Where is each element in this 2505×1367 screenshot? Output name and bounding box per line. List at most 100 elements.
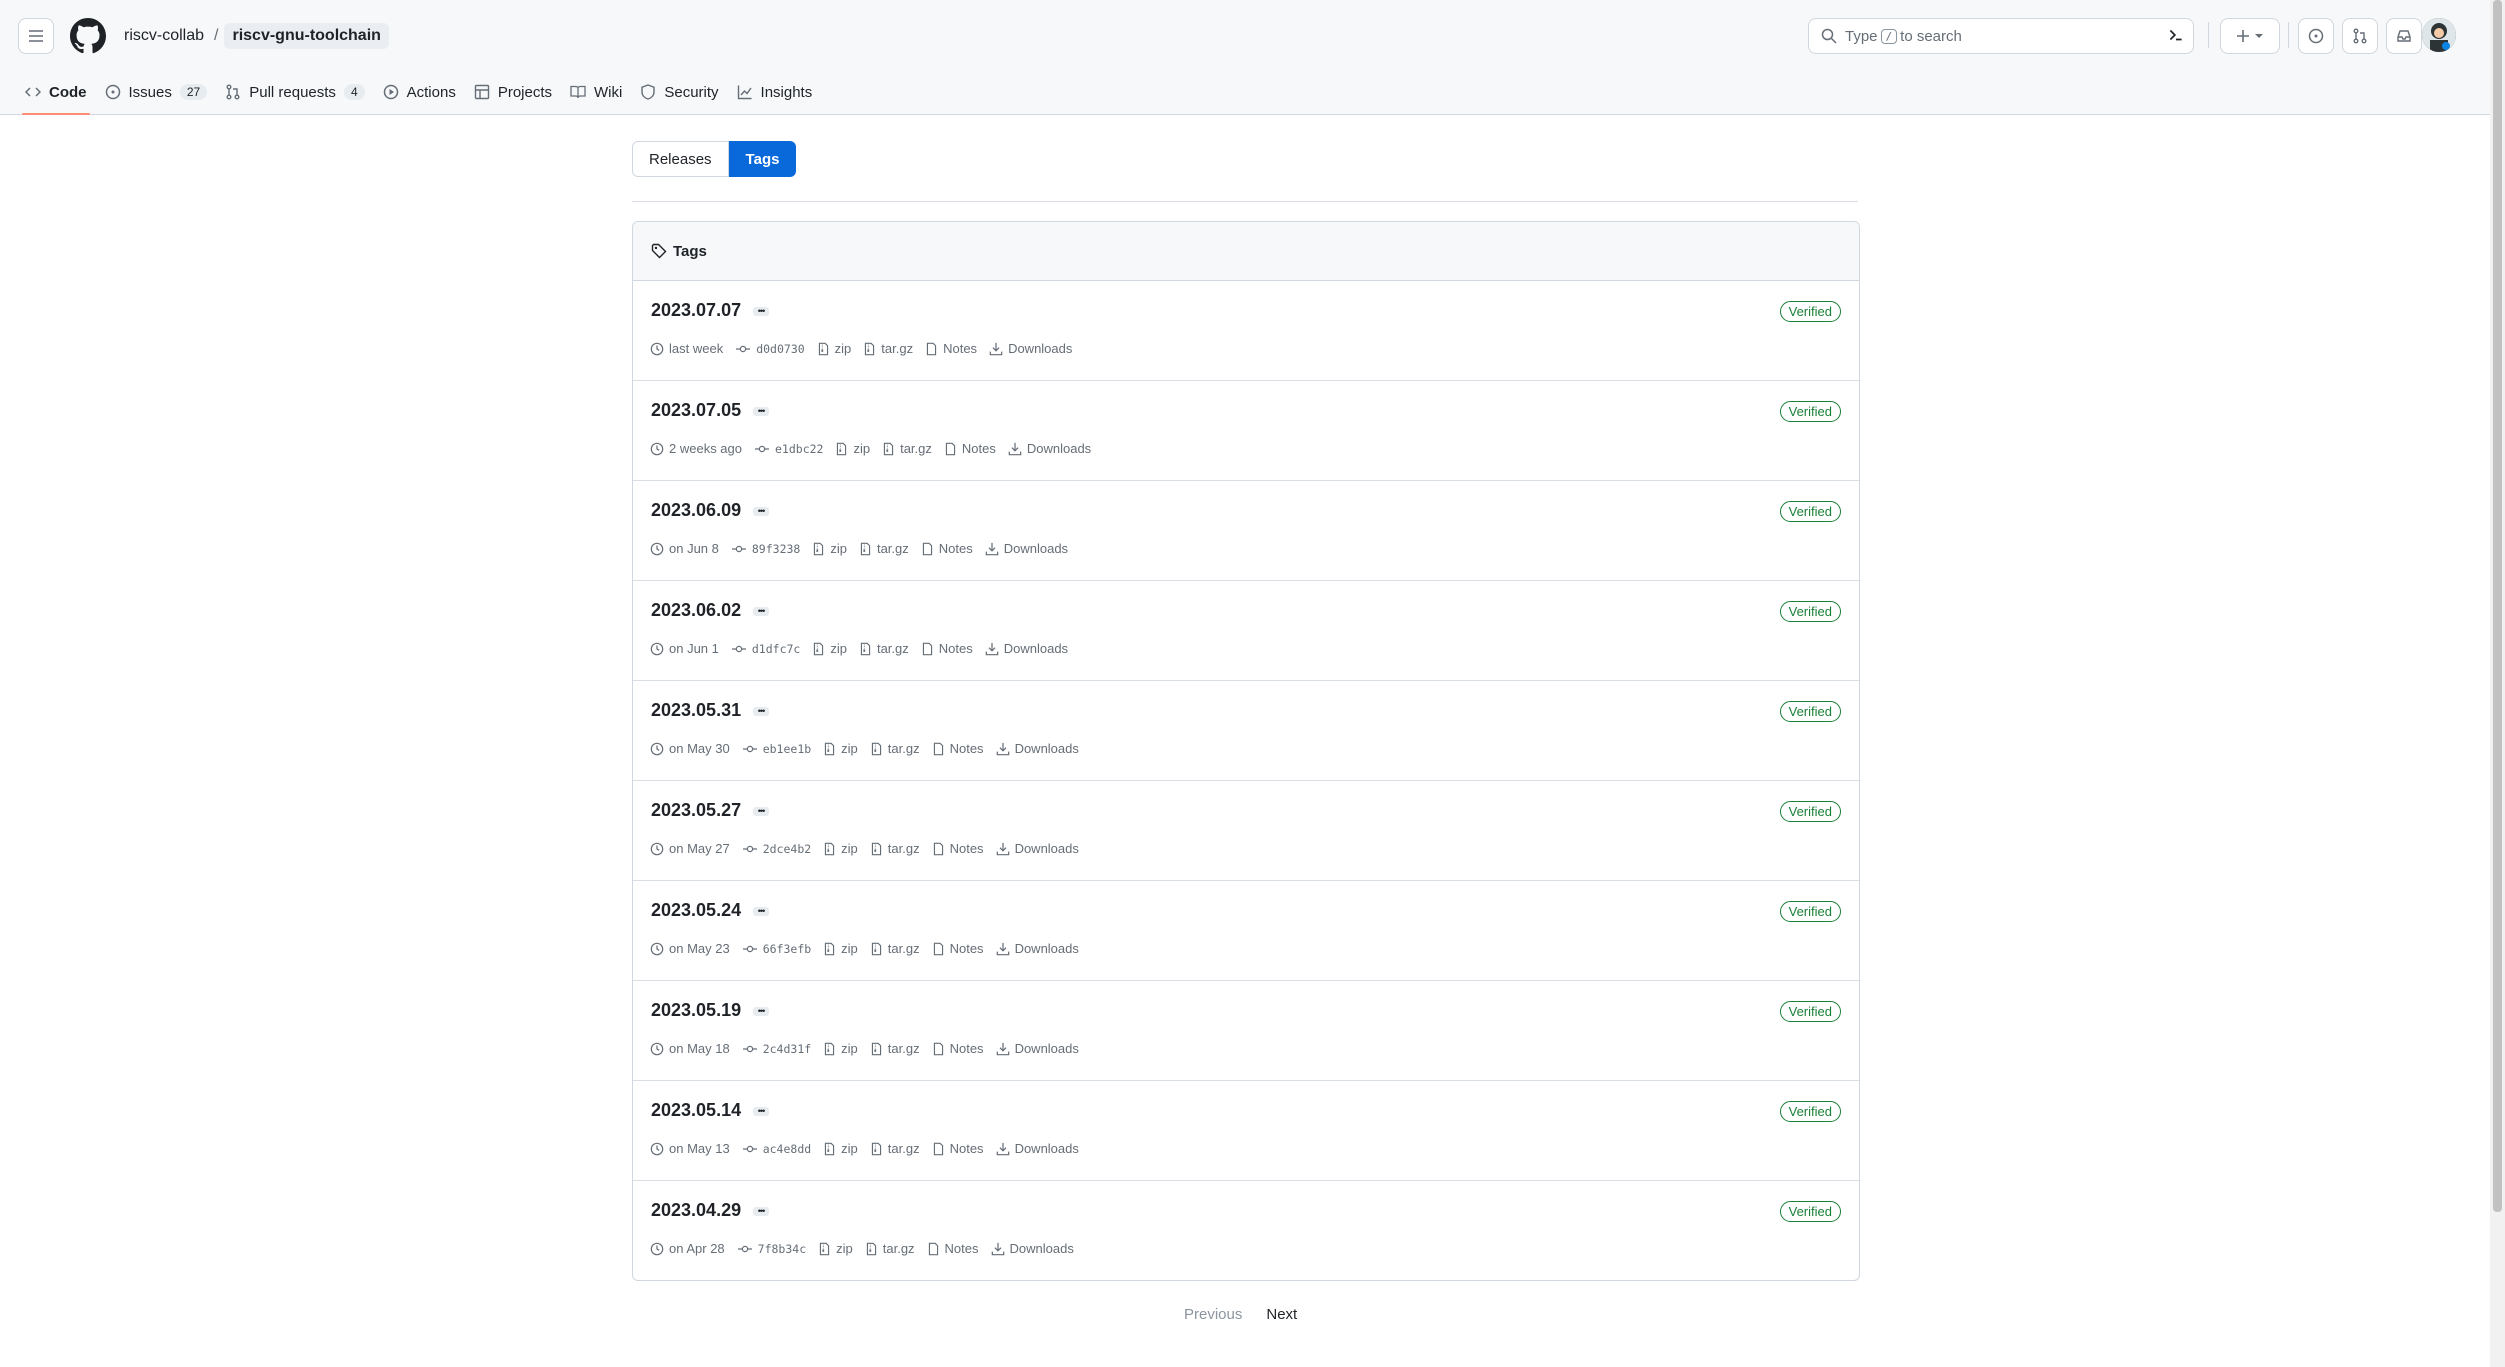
tag-commit[interactable]: 7f8b34c — [737, 1242, 806, 1256]
targz-download-link[interactable]: tar.gz — [865, 1241, 915, 1256]
expand-ellipsis-button[interactable]: ••• — [753, 307, 769, 316]
expand-ellipsis-button[interactable]: ••• — [753, 1107, 769, 1116]
commit-sha-link[interactable]: d0d0730 — [756, 342, 804, 356]
owner-link[interactable]: riscv-collab — [120, 25, 208, 47]
issues-button[interactable] — [2298, 18, 2334, 54]
tag-name-link[interactable]: 2023.06.09 — [651, 500, 741, 521]
downloads-link[interactable]: Downloads — [996, 941, 1079, 956]
verified-badge[interactable]: Verified — [1779, 601, 1841, 622]
expand-ellipsis-button[interactable]: ••• — [753, 607, 769, 616]
expand-ellipsis-button[interactable]: ••• — [753, 1007, 769, 1016]
tags-button[interactable]: Tags — [728, 141, 797, 177]
tab-wiki[interactable]: Wiki — [561, 70, 631, 114]
downloads-link[interactable]: Downloads — [989, 341, 1072, 356]
zip-download-link[interactable]: zip — [823, 741, 858, 756]
notes-link[interactable]: Notes — [932, 841, 984, 856]
verified-badge[interactable]: Verified — [1779, 501, 1841, 522]
tab-security[interactable]: Security — [631, 70, 727, 114]
downloads-link[interactable]: Downloads — [996, 1041, 1079, 1056]
notes-link[interactable]: Notes — [944, 441, 996, 456]
expand-ellipsis-button[interactable]: ••• — [753, 907, 769, 916]
command-palette-icon[interactable] — [2167, 26, 2185, 44]
zip-download-link[interactable]: zip — [818, 1241, 853, 1256]
tag-name-link[interactable]: 2023.05.27 — [651, 800, 741, 821]
downloads-link[interactable]: Downloads — [996, 1141, 1079, 1156]
verified-badge[interactable]: Verified — [1779, 701, 1841, 722]
verified-badge[interactable]: Verified — [1779, 1001, 1841, 1022]
releases-button[interactable]: Releases — [632, 141, 729, 177]
tag-commit[interactable]: 66f3efb — [742, 942, 811, 956]
verified-badge[interactable]: Verified — [1779, 901, 1841, 922]
targz-download-link[interactable]: tar.gz — [870, 841, 920, 856]
inbox-button[interactable] — [2386, 18, 2422, 54]
commit-sha-link[interactable]: 2dce4b2 — [763, 842, 811, 856]
targz-download-link[interactable]: tar.gz — [882, 441, 932, 456]
notes-link[interactable]: Notes — [925, 341, 977, 356]
tag-commit[interactable]: 89f3238 — [731, 542, 800, 556]
tag-name-link[interactable]: 2023.07.07 — [651, 300, 741, 321]
notes-link[interactable]: Notes — [932, 941, 984, 956]
targz-download-link[interactable]: tar.gz — [870, 1041, 920, 1056]
next-page-button[interactable]: Next — [1266, 1306, 1297, 1323]
pull-requests-button[interactable] — [2342, 18, 2378, 54]
notes-link[interactable]: Notes — [921, 641, 973, 656]
verified-badge[interactable]: Verified — [1779, 401, 1841, 422]
targz-download-link[interactable]: tar.gz — [863, 341, 913, 356]
tag-commit[interactable]: e1dbc22 — [754, 442, 823, 456]
tag-name-link[interactable]: 2023.04.29 — [651, 1200, 741, 1221]
zip-download-link[interactable]: zip — [823, 1141, 858, 1156]
downloads-link[interactable]: Downloads — [1008, 441, 1091, 456]
verified-badge[interactable]: Verified — [1779, 801, 1841, 822]
tag-commit[interactable]: 2c4d31f — [742, 1042, 811, 1056]
commit-sha-link[interactable]: 2c4d31f — [763, 1042, 811, 1056]
commit-sha-link[interactable]: eb1ee1b — [763, 742, 811, 756]
expand-ellipsis-button[interactable]: ••• — [753, 707, 769, 716]
tag-commit[interactable]: d0d0730 — [735, 342, 805, 356]
notes-link[interactable]: Notes — [927, 1241, 979, 1256]
zip-download-link[interactable]: zip — [812, 641, 847, 656]
previous-page-button[interactable]: Previous — [1184, 1306, 1242, 1323]
zip-download-link[interactable]: zip — [823, 1041, 858, 1056]
downloads-link[interactable]: Downloads — [996, 741, 1079, 756]
notes-link[interactable]: Notes — [921, 541, 973, 556]
tab-code[interactable]: Code — [16, 70, 96, 115]
targz-download-link[interactable]: tar.gz — [870, 741, 920, 756]
notes-link[interactable]: Notes — [932, 1141, 984, 1156]
expand-ellipsis-button[interactable]: ••• — [753, 507, 769, 516]
expand-ellipsis-button[interactable]: ••• — [753, 807, 769, 816]
tab-actions[interactable]: Actions — [374, 70, 465, 114]
tag-commit[interactable]: ac4e8dd — [742, 1142, 811, 1156]
tag-name-link[interactable]: 2023.05.19 — [651, 1000, 741, 1021]
expand-ellipsis-button[interactable]: ••• — [753, 1207, 769, 1216]
tag-name-link[interactable]: 2023.06.02 — [651, 600, 741, 621]
verified-badge[interactable]: Verified — [1779, 1201, 1841, 1222]
targz-download-link[interactable]: tar.gz — [870, 1141, 920, 1156]
commit-sha-link[interactable]: d1dfc7c — [752, 642, 800, 656]
commit-sha-link[interactable]: e1dbc22 — [775, 442, 823, 456]
user-avatar[interactable] — [2422, 18, 2456, 52]
create-new-button[interactable] — [2220, 18, 2280, 54]
notes-link[interactable]: Notes — [932, 741, 984, 756]
targz-download-link[interactable]: tar.gz — [859, 541, 909, 556]
page-scrollbar[interactable] — [2490, 0, 2505, 1367]
menu-button[interactable] — [18, 18, 54, 54]
notes-link[interactable]: Notes — [932, 1041, 984, 1056]
repo-link[interactable]: riscv-gnu-toolchain — [224, 23, 389, 49]
verified-badge[interactable]: Verified — [1779, 1101, 1841, 1122]
downloads-link[interactable]: Downloads — [996, 841, 1079, 856]
tag-name-link[interactable]: 2023.05.14 — [651, 1100, 741, 1121]
tag-name-link[interactable]: 2023.05.24 — [651, 900, 741, 921]
verified-badge[interactable]: Verified — [1779, 301, 1841, 322]
targz-download-link[interactable]: tar.gz — [859, 641, 909, 656]
zip-download-link[interactable]: zip — [812, 541, 847, 556]
zip-download-link[interactable]: zip — [817, 341, 851, 356]
expand-ellipsis-button[interactable]: ••• — [753, 407, 769, 416]
zip-download-link[interactable]: zip — [835, 441, 870, 456]
search-input[interactable]: Type / to search — [1808, 18, 2194, 54]
scrollbar-thumb[interactable] — [2493, 0, 2502, 1212]
tag-commit[interactable]: 2dce4b2 — [742, 842, 811, 856]
tag-name-link[interactable]: 2023.05.31 — [651, 700, 741, 721]
zip-download-link[interactable]: zip — [823, 941, 858, 956]
tag-commit[interactable]: eb1ee1b — [742, 742, 811, 756]
downloads-link[interactable]: Downloads — [985, 641, 1068, 656]
